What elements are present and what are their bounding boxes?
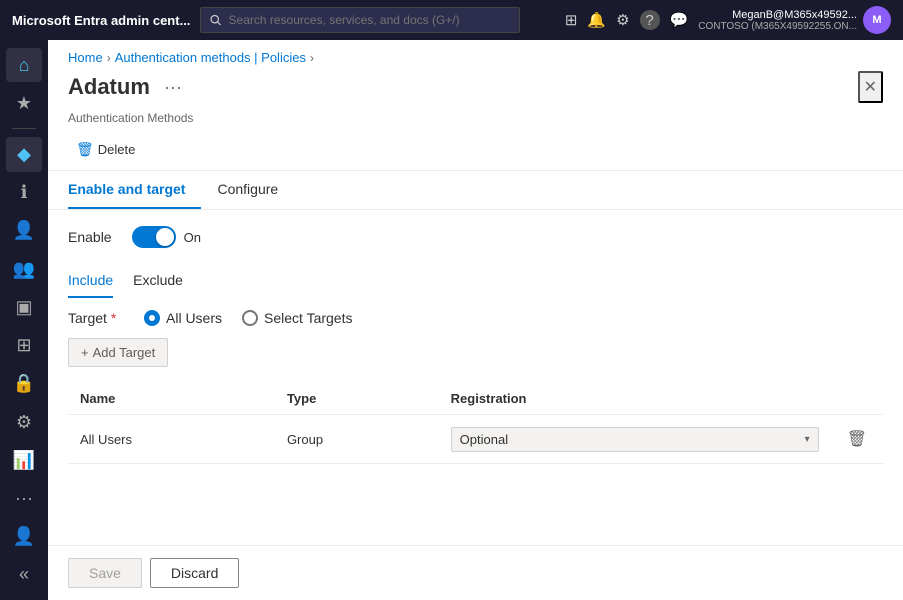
sidebar-divider-1 bbox=[12, 128, 36, 129]
radio-select-targets[interactable]: Select Targets bbox=[242, 310, 352, 326]
col-type: Type bbox=[275, 383, 439, 415]
footer: Save Discard bbox=[48, 545, 903, 600]
sidebar-item-home[interactable]: ⌂ bbox=[6, 48, 42, 82]
add-target-button[interactable]: + Add Target bbox=[68, 338, 168, 367]
sidebar-item-favorites[interactable]: ★ bbox=[6, 86, 42, 120]
topbar-icons: ⊞ 🔔 ⚙ ? 💬 bbox=[565, 10, 688, 30]
sidebar-item-apps[interactable]: ⊞ bbox=[6, 328, 42, 362]
help-icon[interactable]: ? bbox=[640, 10, 660, 30]
trash-icon: 🗑 bbox=[76, 141, 94, 158]
page-subtitle: Authentication Methods bbox=[48, 111, 903, 133]
portal-icon[interactable]: ⊞ bbox=[565, 11, 578, 29]
tab-configure[interactable]: Configure bbox=[217, 171, 294, 209]
page-title: Adatum bbox=[68, 74, 150, 100]
add-target-label: Add Target bbox=[93, 345, 156, 360]
enable-row: Enable On bbox=[68, 226, 883, 248]
registration-value: Optional bbox=[460, 432, 508, 447]
search-input[interactable] bbox=[229, 13, 512, 27]
breadcrumb-home[interactable]: Home bbox=[68, 50, 103, 65]
feedback-icon[interactable]: 💬 bbox=[670, 11, 689, 29]
sidebar-item-groups[interactable]: 👥 bbox=[6, 252, 42, 286]
col-actions bbox=[831, 383, 883, 415]
sidebar-item-info[interactable]: ℹ bbox=[6, 176, 42, 210]
toolbar: 🗑 Delete bbox=[48, 133, 903, 171]
toggle-container: On bbox=[132, 226, 201, 248]
topbar: Microsoft Entra admin cent... ⊞ 🔔 ⚙ ? 💬 … bbox=[0, 0, 903, 40]
close-button[interactable]: ✕ bbox=[858, 71, 883, 103]
tab-enable-target[interactable]: Enable and target bbox=[68, 171, 201, 209]
col-name: Name bbox=[68, 383, 275, 415]
avatar: M bbox=[863, 6, 891, 34]
cell-type: Group bbox=[275, 415, 439, 464]
page-header: Adatum ··· ✕ bbox=[48, 71, 903, 111]
sidebar-item-lock[interactable]: 🔒 bbox=[6, 367, 42, 401]
target-row: Target * All Users Select Targets bbox=[68, 310, 883, 326]
discard-button[interactable]: Discard bbox=[150, 558, 239, 588]
breadcrumb-sep-1: › bbox=[107, 51, 111, 65]
bell-icon[interactable]: 🔔 bbox=[587, 11, 606, 29]
sidebar-item-expand[interactable]: « bbox=[6, 558, 42, 592]
topbar-title: Microsoft Entra admin cent... bbox=[12, 13, 190, 28]
delete-label: Delete bbox=[98, 142, 136, 157]
sidebar-item-user-bottom[interactable]: 👤 bbox=[6, 520, 42, 554]
toggle-knob bbox=[156, 228, 174, 246]
breadcrumb: Home › Authentication methods | Policies… bbox=[48, 40, 903, 71]
cell-delete: 🗑 bbox=[831, 415, 883, 464]
tabs: Enable and target Configure bbox=[48, 171, 903, 210]
page-more-button[interactable]: ··· bbox=[158, 75, 188, 100]
sidebar-item-reports[interactable]: 📊 bbox=[6, 443, 42, 477]
search-bar[interactable] bbox=[200, 7, 520, 33]
sub-tab-exclude[interactable]: Exclude bbox=[133, 264, 183, 298]
target-label: Target * bbox=[68, 310, 128, 326]
sub-tabs: Include Exclude bbox=[68, 264, 883, 298]
row-delete-button[interactable]: 🗑 bbox=[843, 425, 871, 453]
topbar-user[interactable]: MeganB@M365x49592... CONTOSO (M365X49592… bbox=[698, 6, 891, 34]
table-row: All Users Group Optional ▾ 🗑 bbox=[68, 415, 883, 464]
sidebar-item-shield[interactable]: ⚙ bbox=[6, 405, 42, 439]
registration-dropdown[interactable]: Optional ▾ bbox=[451, 427, 819, 452]
sidebar-item-users[interactable]: 👤 bbox=[6, 214, 42, 248]
page-title-row: Adatum ··· bbox=[68, 74, 188, 100]
targets-table: Name Type Registration All Users Group O… bbox=[68, 383, 883, 464]
toggle-state: On bbox=[184, 230, 201, 245]
cell-name: All Users bbox=[68, 415, 275, 464]
radio-all-users-label: All Users bbox=[166, 310, 222, 326]
enable-label: Enable bbox=[68, 229, 112, 245]
content-area: Enable On Include Exclude bbox=[48, 210, 903, 545]
breadcrumb-sep-2: › bbox=[310, 51, 314, 65]
radio-group: All Users Select Targets bbox=[144, 310, 352, 326]
radio-all-users[interactable]: All Users bbox=[144, 310, 222, 326]
sidebar-item-devices[interactable]: ▣ bbox=[6, 290, 42, 324]
sidebar: ⌂ ★ ◆ ℹ 👤 👥 ▣ ⊞ 🔒 ⚙ 📊 ··· 👤 « bbox=[0, 40, 48, 600]
required-star: * bbox=[111, 310, 116, 326]
sidebar-item-more[interactable]: ··· bbox=[6, 481, 42, 515]
col-registration: Registration bbox=[439, 383, 831, 415]
add-target-icon: + bbox=[81, 345, 89, 360]
delete-button[interactable]: 🗑 Delete bbox=[68, 137, 143, 162]
chevron-down-icon: ▾ bbox=[805, 434, 810, 445]
topbar-user-name: MeganB@M365x49592... bbox=[732, 9, 857, 21]
sidebar-item-identity[interactable]: ◆ bbox=[6, 137, 42, 171]
cell-registration: Optional ▾ bbox=[439, 415, 831, 464]
radio-select-targets-label: Select Targets bbox=[264, 310, 352, 326]
radio-select-targets-circle bbox=[242, 310, 258, 326]
main-panel: Home › Authentication methods | Policies… bbox=[48, 40, 903, 600]
save-button[interactable]: Save bbox=[68, 558, 142, 588]
radio-all-users-circle bbox=[144, 310, 160, 326]
topbar-user-tenant: CONTOSO (M365X49592255.ON... bbox=[698, 21, 857, 32]
enable-toggle[interactable] bbox=[132, 226, 176, 248]
gear-icon[interactable]: ⚙ bbox=[616, 11, 629, 29]
breadcrumb-middle[interactable]: Authentication methods | Policies bbox=[115, 50, 306, 65]
search-icon bbox=[209, 13, 222, 27]
sub-tab-include[interactable]: Include bbox=[68, 264, 113, 298]
